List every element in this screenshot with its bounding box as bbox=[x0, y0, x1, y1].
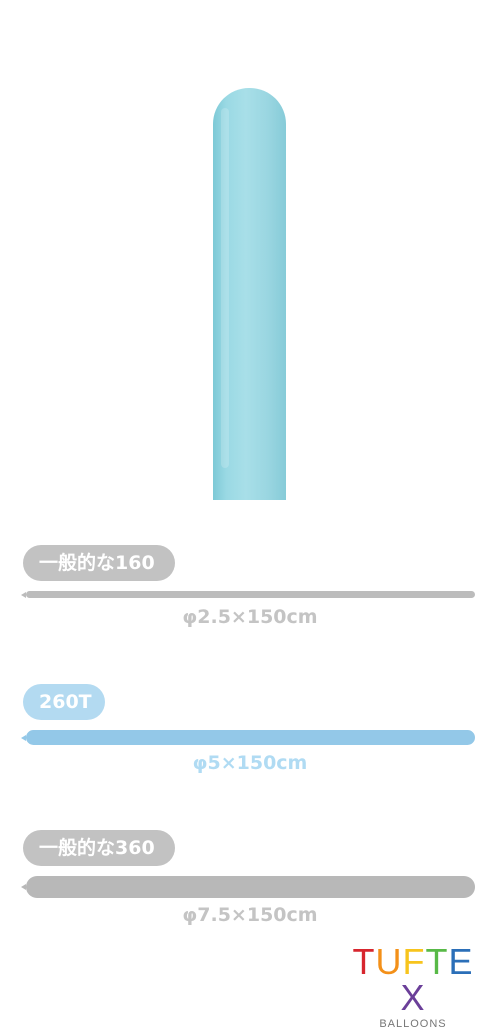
size-label-360: 一般的な360 bbox=[23, 830, 175, 866]
logo-subtitle: BALLOONS bbox=[379, 1018, 447, 1030]
logo-wordmark: TUFTEX bbox=[340, 944, 486, 1016]
dimension-260t: φ5×150cm bbox=[192, 752, 308, 774]
balloon-bar-160 bbox=[26, 591, 475, 598]
dimension-160: φ2.5×150cm bbox=[182, 606, 318, 628]
size-label-160: 一般的な160 bbox=[23, 545, 175, 581]
balloon-image bbox=[213, 88, 286, 500]
tuftex-logo: TUFTEX BALLOONS bbox=[340, 944, 486, 1030]
logo-letter: U bbox=[375, 941, 403, 982]
logo-letter: T bbox=[425, 941, 449, 982]
logo-letter: X bbox=[400, 977, 426, 1018]
logo-letter: E bbox=[448, 941, 474, 982]
balloon-bar-360 bbox=[26, 876, 475, 898]
balloon-bar-260t bbox=[26, 730, 475, 745]
logo-letter: F bbox=[402, 941, 426, 982]
dimension-360: φ7.5×150cm bbox=[182, 904, 318, 926]
size-label-260t: 260T bbox=[23, 684, 105, 720]
logo-letter: T bbox=[352, 941, 376, 982]
